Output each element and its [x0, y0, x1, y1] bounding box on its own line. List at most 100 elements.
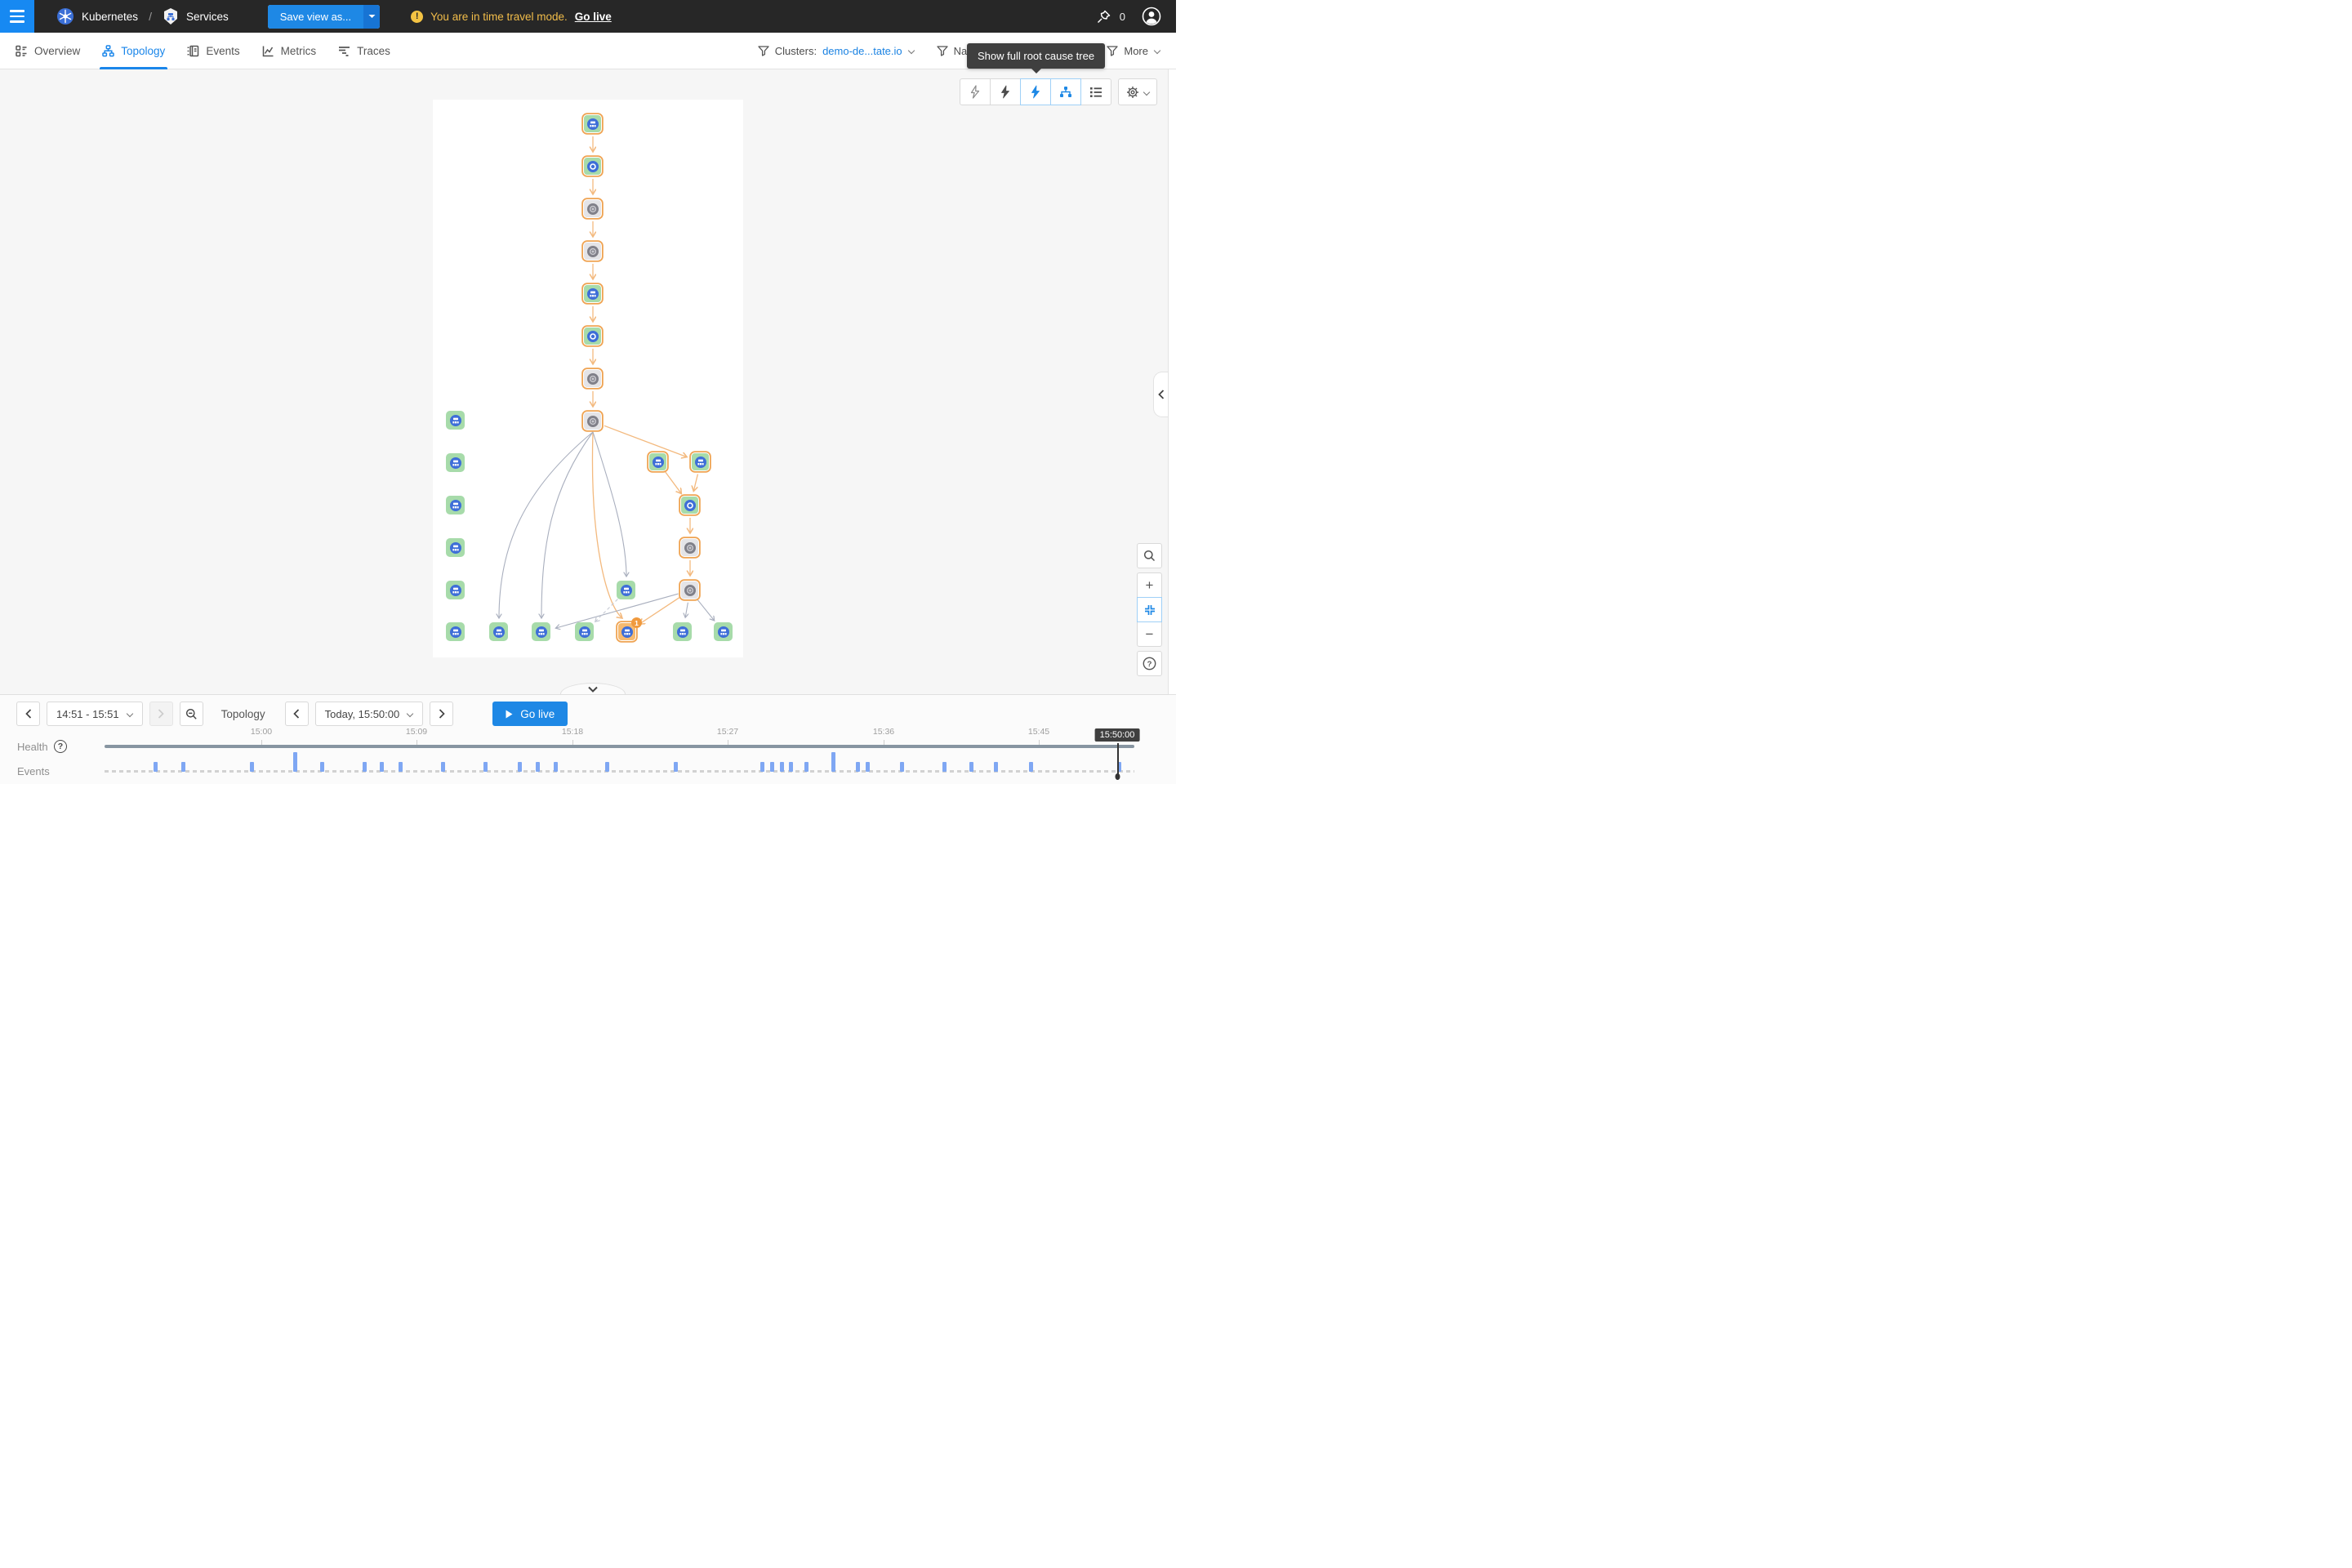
breadcrumb-services[interactable]: Services: [186, 11, 229, 23]
list-view-button[interactable]: [1080, 78, 1111, 105]
event-bar[interactable]: [674, 762, 678, 772]
playhead-time-badge[interactable]: 15:50:00: [1095, 728, 1140, 742]
event-bar[interactable]: [831, 752, 835, 772]
right-panel-expand-handle[interactable]: [1153, 372, 1168, 417]
event-bar[interactable]: [780, 762, 784, 772]
topology-node-b1[interactable]: [648, 452, 667, 471]
timeline[interactable]: Health ? Events 15:0015:0915:1815:2715:3…: [0, 724, 1176, 784]
event-bar[interactable]: [1029, 762, 1033, 772]
more-filters[interactable]: More: [1107, 45, 1160, 57]
topbar-right: 0: [1096, 7, 1176, 26]
hamburger-menu-button[interactable]: [0, 0, 34, 33]
date-time-dropdown[interactable]: Today, 15:50:00: [315, 702, 424, 726]
event-bar[interactable]: [554, 762, 558, 772]
date-back-button[interactable]: [285, 702, 309, 726]
zoom-in-button[interactable]: +: [1137, 572, 1162, 598]
pin-icon[interactable]: [1096, 9, 1111, 24]
event-bar[interactable]: [518, 762, 522, 772]
time-range-dropdown[interactable]: 14:51 - 15:51: [47, 702, 143, 726]
topology-node-d6[interactable]: [673, 622, 692, 641]
event-bar[interactable]: [380, 762, 384, 772]
timeline-collapse-handle[interactable]: [560, 683, 626, 694]
save-view-as-label[interactable]: Save view as...: [268, 5, 363, 29]
playhead-dot[interactable]: [1116, 773, 1120, 780]
tab-events[interactable]: Events: [187, 33, 239, 69]
event-bar[interactable]: [789, 762, 793, 772]
root-cause-direct-button[interactable]: [990, 78, 1021, 105]
topology-node-a4[interactable]: [583, 242, 602, 261]
topology-node-b4[interactable]: [680, 538, 699, 557]
playhead-line[interactable]: [1117, 743, 1119, 777]
topology-node-l3[interactable]: [446, 496, 465, 514]
event-bar[interactable]: [399, 762, 403, 772]
range-back-button[interactable]: [16, 702, 40, 726]
event-bar[interactable]: [293, 752, 297, 772]
topology-node-l1[interactable]: [446, 411, 465, 430]
topology-node-b2[interactable]: [691, 452, 710, 471]
clusters-filter[interactable]: Clusters: demo-de...tate.io: [758, 45, 915, 57]
topology-node-d3[interactable]: [532, 622, 550, 641]
event-bar[interactable]: [942, 762, 947, 772]
topology-node-a6[interactable]: [583, 327, 602, 345]
event-bar[interactable]: [483, 762, 488, 772]
event-bar[interactable]: [154, 762, 158, 772]
graph-view-button[interactable]: [1050, 78, 1081, 105]
user-avatar[interactable]: [1142, 7, 1161, 26]
topology-node-b3[interactable]: [680, 496, 699, 514]
event-bar[interactable]: [969, 762, 973, 772]
root-cause-full-button[interactable]: [1020, 78, 1051, 105]
health-timeline-bar[interactable]: [105, 745, 1134, 748]
health-help-icon[interactable]: ?: [54, 740, 67, 753]
event-bar[interactable]: [320, 762, 324, 772]
event-bar[interactable]: [760, 762, 764, 772]
node-alert-badge[interactable]: 1: [631, 617, 642, 628]
save-view-caret[interactable]: [363, 5, 380, 29]
timeline-zoom-out-button[interactable]: [180, 702, 203, 726]
save-view-as-button[interactable]: Save view as...: [268, 5, 380, 29]
tab-topology[interactable]: Topology: [102, 33, 165, 69]
event-bar[interactable]: [770, 762, 774, 772]
fit-to-screen-button[interactable]: [1137, 597, 1162, 622]
tab-traces[interactable]: Traces: [338, 33, 390, 69]
topology-node-d1[interactable]: [446, 622, 465, 641]
topology-node-a5[interactable]: [583, 284, 602, 303]
help-button[interactable]: ?: [1137, 651, 1162, 676]
topology-node-d4[interactable]: [575, 622, 594, 641]
topology-node-b5[interactable]: [680, 581, 699, 599]
topology-node-d5[interactable]: 1: [617, 622, 636, 641]
tab-metrics[interactable]: Metrics: [262, 33, 317, 69]
tab-overview[interactable]: Overview: [16, 33, 80, 69]
event-bar[interactable]: [536, 762, 540, 772]
event-bar[interactable]: [900, 762, 904, 772]
event-bar[interactable]: [866, 762, 870, 772]
go-live-button[interactable]: Go live: [492, 702, 568, 726]
topology-node-a3[interactable]: [583, 199, 602, 218]
go-live-link[interactable]: Go live: [575, 11, 612, 23]
event-bar[interactable]: [181, 762, 185, 772]
zoom-out-button[interactable]: −: [1137, 621, 1162, 647]
clusters-value[interactable]: demo-de...tate.io: [822, 45, 902, 57]
root-cause-none-button[interactable]: [960, 78, 991, 105]
topology-node-d7[interactable]: [714, 622, 733, 641]
topology-node-a8[interactable]: [583, 412, 602, 430]
event-bar[interactable]: [804, 762, 808, 772]
topology-node-a2[interactable]: [583, 157, 602, 176]
topology-node-l2[interactable]: [446, 453, 465, 472]
event-bar[interactable]: [363, 762, 367, 772]
chevron-right-icon: [158, 709, 164, 719]
event-bar[interactable]: [441, 762, 445, 772]
topology-node-a7[interactable]: [583, 369, 602, 388]
topology-node-a1[interactable]: [583, 114, 602, 133]
date-forward-button[interactable]: [430, 702, 453, 726]
topology-node-l4[interactable]: [446, 538, 465, 557]
event-bar[interactable]: [994, 762, 998, 772]
topology-node-l5[interactable]: [446, 581, 465, 599]
graph-search-button[interactable]: [1137, 543, 1162, 568]
event-bar[interactable]: [605, 762, 609, 772]
topology-node-d2[interactable]: [489, 622, 508, 641]
topology-node-c1[interactable]: [617, 581, 635, 599]
view-settings-button[interactable]: [1118, 78, 1157, 105]
event-bar[interactable]: [856, 762, 860, 772]
event-bar[interactable]: [250, 762, 254, 772]
breadcrumb-kubernetes[interactable]: Kubernetes: [82, 11, 138, 23]
